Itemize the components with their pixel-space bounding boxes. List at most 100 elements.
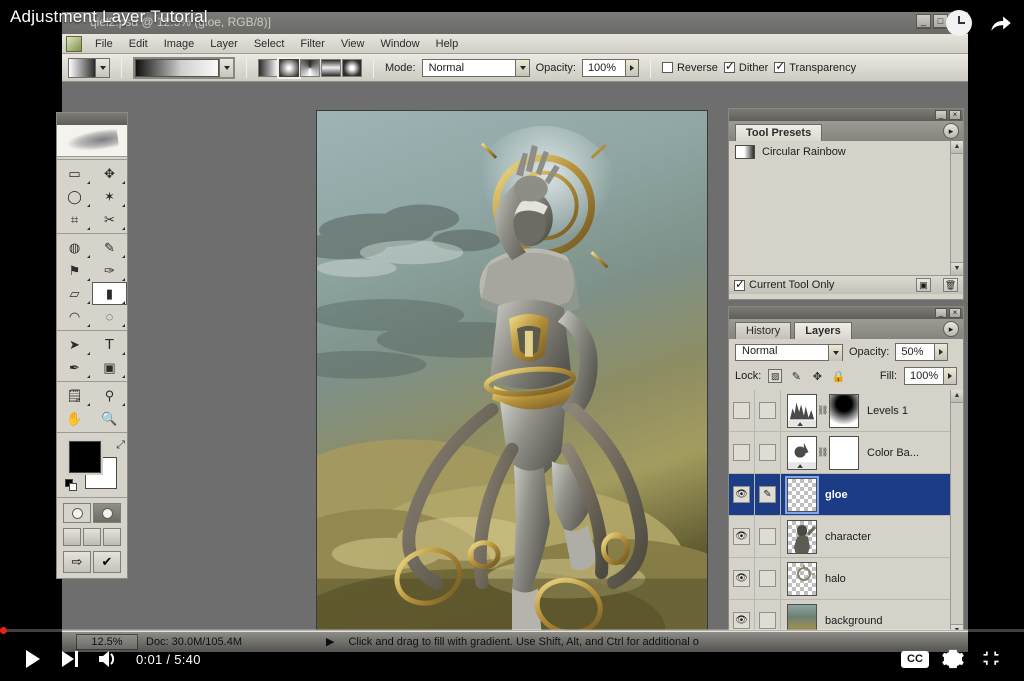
document-canvas[interactable]: [316, 110, 708, 652]
diamond-gradient-button[interactable]: [342, 58, 362, 77]
tab-history[interactable]: History: [735, 322, 792, 339]
tool-preset-picker[interactable]: [68, 57, 110, 78]
layer-visibility-toggle[interactable]: 👁: [729, 473, 755, 516]
gradient-picker[interactable]: [133, 56, 235, 79]
lock-position-icon[interactable]: ✥: [810, 369, 824, 383]
table-row[interactable]: 👁 halo: [729, 557, 963, 600]
menu-filter[interactable]: Filter: [293, 36, 331, 52]
quick-mask-mode-icon[interactable]: [93, 503, 121, 523]
panel-drag-handle[interactable]: _ ×: [729, 109, 963, 121]
list-item[interactable]: Circular Rainbow: [729, 141, 963, 163]
lock-image-pixels-icon[interactable]: ✎: [789, 369, 803, 383]
notes-tool[interactable]: 🗒: [57, 384, 92, 407]
panel-menu-icon[interactable]: ▸: [943, 321, 959, 337]
healing-brush-tool[interactable]: ◍: [57, 236, 92, 259]
jump-to-imageready-icon[interactable]: ⇨: [63, 551, 91, 573]
menu-file[interactable]: File: [88, 36, 120, 52]
opacity-slider-arrow-icon[interactable]: [934, 344, 948, 360]
dodge-tool[interactable]: ◌: [92, 305, 127, 328]
shape-tool[interactable]: ▣: [92, 356, 127, 379]
volume-button[interactable]: [90, 640, 128, 678]
doc-minimize-button[interactable]: _: [916, 14, 931, 28]
gradient-tool[interactable]: ▮: [92, 282, 127, 305]
current-tool-only-checkbox[interactable]: Current Tool Only: [734, 277, 834, 291]
lock-all-icon[interactable]: 🔒: [831, 369, 845, 383]
scroll-down-icon[interactable]: ▼: [951, 262, 963, 275]
menu-layer[interactable]: Layer: [203, 36, 245, 52]
layer-visibility-toggle[interactable]: 👁: [729, 515, 755, 558]
layer-link-toggle[interactable]: ✎: [755, 473, 781, 516]
progress-handle[interactable]: [0, 627, 8, 634]
eraser-tool[interactable]: ▱: [57, 282, 92, 305]
blur-tool[interactable]: ◠: [57, 305, 92, 328]
fill-slider-arrow-icon[interactable]: [943, 368, 956, 384]
progress-bar[interactable]: [0, 627, 1024, 634]
angle-gradient-button[interactable]: [300, 58, 320, 77]
fullscreen-button[interactable]: [972, 640, 1010, 678]
tool-presets-list[interactable]: Circular Rainbow ▲ ▼: [729, 141, 963, 275]
tab-layers[interactable]: Layers: [794, 322, 852, 339]
full-screen-menubar-icon[interactable]: [83, 528, 101, 546]
move-tool[interactable]: ✥: [92, 162, 127, 185]
chevron-down-icon[interactable]: [514, 59, 529, 76]
layer-link-toggle[interactable]: [755, 390, 781, 432]
mask-link-icon[interactable]: ⛓: [817, 405, 828, 416]
foreground-color-swatch[interactable]: [69, 441, 101, 473]
swap-colors-icon[interactable]: ⤢: [116, 439, 125, 452]
full-screen-icon[interactable]: [103, 528, 121, 546]
layer-link-toggle[interactable]: [755, 557, 781, 600]
trash-icon[interactable]: 🗑: [943, 278, 958, 292]
settings-button[interactable]: [934, 640, 972, 678]
chevron-down-icon[interactable]: [828, 344, 842, 361]
marquee-tool[interactable]: ▭: [57, 162, 92, 185]
play-button[interactable]: [14, 640, 52, 678]
menu-select[interactable]: Select: [247, 36, 292, 52]
clone-stamp-tool[interactable]: ⚑: [57, 259, 92, 282]
menu-view[interactable]: View: [334, 36, 372, 52]
menu-edit[interactable]: Edit: [122, 36, 155, 52]
table-row[interactable]: ⛓ Color Ba...: [729, 431, 963, 474]
layer-thumbnail[interactable]: [787, 561, 817, 596]
linear-gradient-button[interactable]: [258, 58, 278, 77]
scrollbar[interactable]: ▲ ▼: [950, 141, 963, 275]
lasso-tool[interactable]: ◯: [57, 185, 92, 208]
brush-tool[interactable]: ✎: [92, 236, 127, 259]
pen-tool[interactable]: ✒: [57, 356, 92, 379]
zoom-tool[interactable]: 🔍: [92, 407, 127, 430]
watch-later-clock-icon[interactable]: [946, 10, 972, 36]
panel-drag-handle[interactable]: _ ×: [729, 307, 963, 319]
panel-close-button[interactable]: ×: [949, 110, 961, 120]
blend-mode-select[interactable]: Normal: [421, 58, 530, 77]
default-colors-icon[interactable]: [65, 479, 77, 491]
layer-visibility-toggle[interactable]: 👁: [729, 557, 755, 600]
layer-visibility-toggle[interactable]: [729, 431, 755, 474]
layer-mask-thumbnail[interactable]: [829, 435, 859, 470]
magic-wand-tool[interactable]: ✶: [92, 185, 127, 208]
layer-fill-input[interactable]: 100%: [904, 367, 957, 385]
slice-tool[interactable]: ✂: [92, 208, 127, 231]
chevron-down-icon[interactable]: [219, 58, 233, 77]
captions-button[interactable]: CC: [896, 640, 934, 678]
radial-gradient-button[interactable]: [277, 56, 301, 79]
panel-minimize-button[interactable]: _: [935, 110, 947, 120]
layer-thumbnail[interactable]: [785, 475, 819, 514]
layer-thumbnail[interactable]: [787, 519, 817, 554]
menu-help[interactable]: Help: [429, 36, 466, 52]
toolbox-drag-handle[interactable]: [57, 113, 127, 125]
layer-link-toggle[interactable]: [755, 431, 781, 474]
panel-minimize-button[interactable]: _: [935, 308, 947, 318]
dither-checkbox[interactable]: Dither: [723, 59, 768, 74]
layer-link-toggle[interactable]: [755, 515, 781, 558]
layer-opacity-input[interactable]: 50%: [895, 343, 949, 361]
layer-mask-thumbnail[interactable]: [829, 393, 859, 428]
opacity-slider-arrow-icon[interactable]: [624, 59, 638, 76]
reflected-gradient-button[interactable]: [321, 58, 341, 77]
crop-tool[interactable]: ⌗: [57, 208, 92, 231]
opacity-input[interactable]: 100%: [581, 58, 639, 77]
scroll-up-icon[interactable]: ▲: [951, 141, 963, 154]
layer-thumbnail[interactable]: [787, 435, 817, 470]
menu-image[interactable]: Image: [157, 36, 202, 52]
new-preset-icon[interactable]: ▣: [916, 278, 931, 292]
transparency-checkbox[interactable]: Transparency: [774, 59, 856, 74]
next-video-button[interactable]: [52, 640, 90, 678]
